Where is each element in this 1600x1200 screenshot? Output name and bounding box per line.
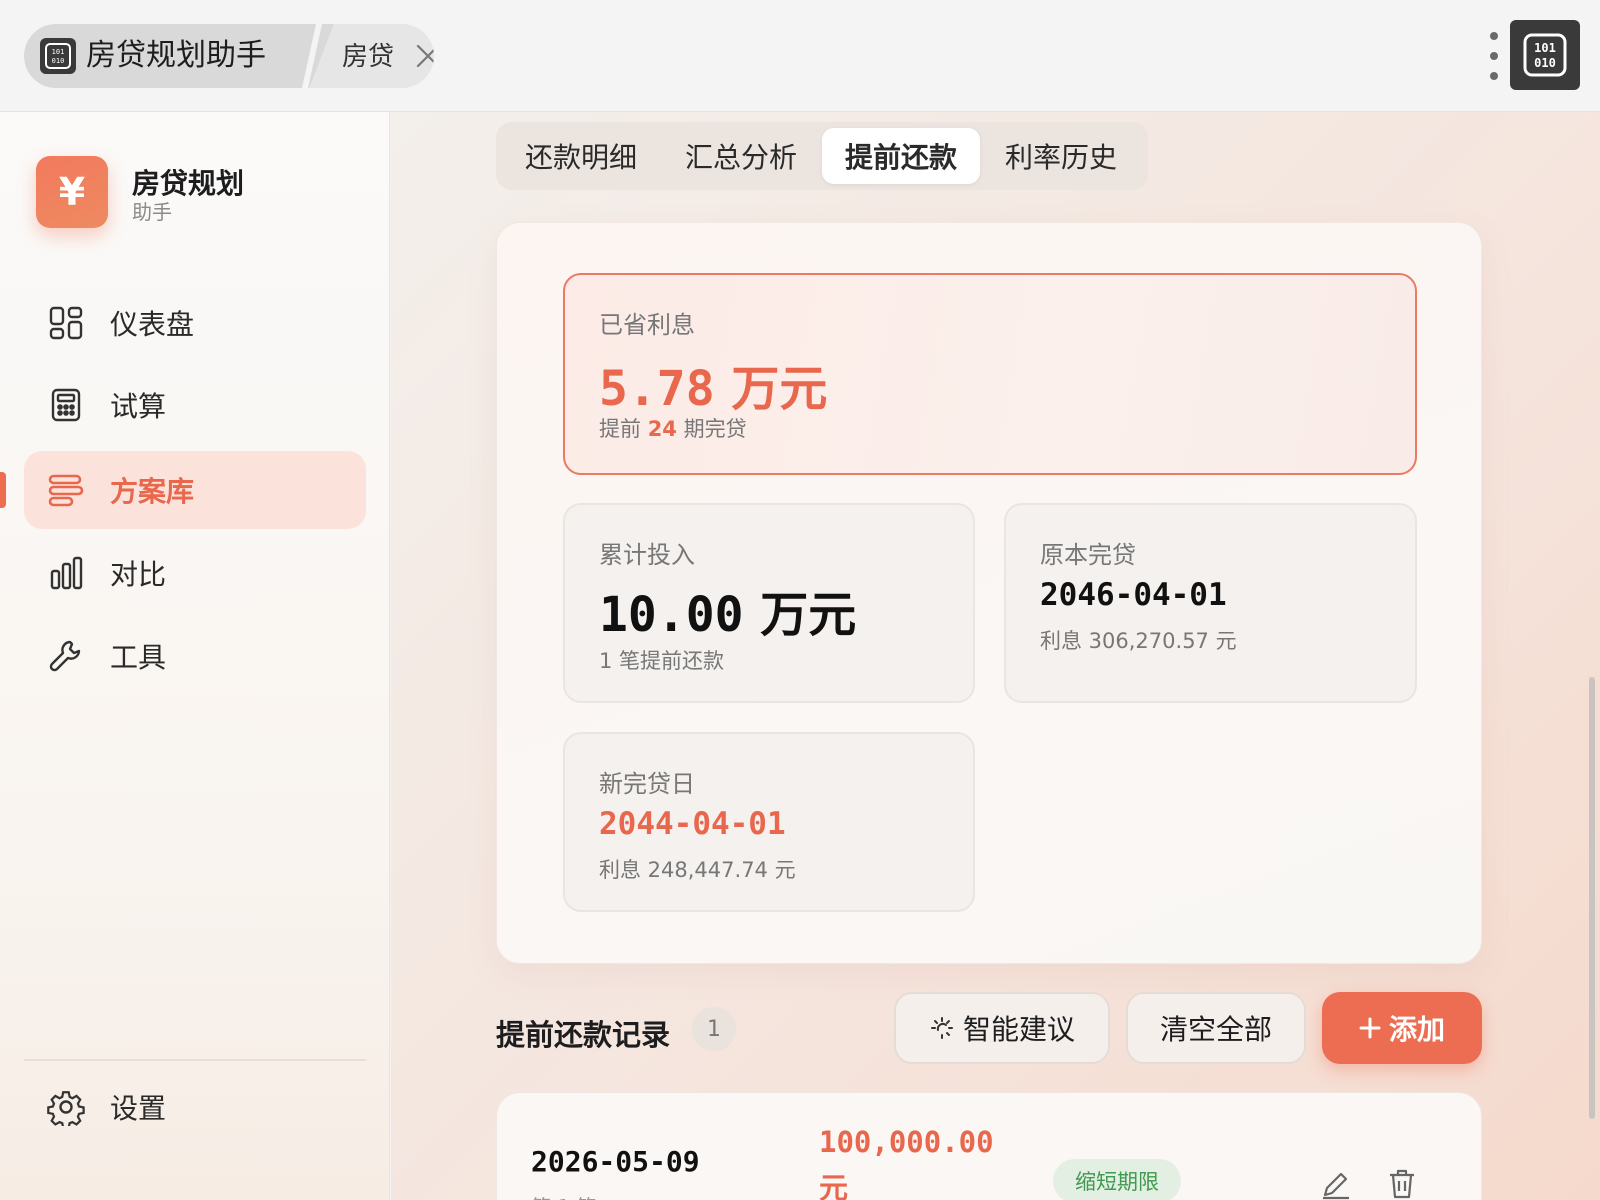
new-interest-note: 利息 248,447.74 元: [599, 858, 796, 882]
plus-icon: [1359, 1017, 1381, 1039]
view-tabs: 还款明细 汇总分析 提前还款 利率历史: [496, 122, 1148, 190]
binary-app-icon[interactable]: 101 010: [1510, 20, 1580, 90]
new-end-date: 2044-04-01: [599, 806, 786, 842]
main-content: 还款明细 汇总分析 提前还款 利率历史 已省利息 5.78 万元 提前 24 期…: [391, 112, 1600, 1200]
plans-icon: [44, 468, 88, 512]
records-count-badge: 1: [692, 1007, 736, 1051]
yen-logo-icon: ¥: [36, 156, 108, 228]
original-end-card: 原本完贷 2046-04-01 利息 306,270.57 元: [1004, 503, 1417, 703]
shorten-term-badge: 缩短期限: [1053, 1159, 1181, 1200]
sidebar-divider: [24, 1059, 366, 1061]
records-title: 提前还款记录: [496, 1018, 671, 1052]
close-icon[interactable]: [414, 42, 434, 70]
new-end-label: 新完贷日: [599, 770, 695, 798]
sidebar-item-label: 对比: [110, 558, 167, 591]
total-invested-value: 10.00 万元: [599, 587, 857, 643]
binary-app-icon: 101 010: [40, 38, 76, 74]
total-invested-label: 累计投入: [599, 541, 695, 569]
settings-label: 设置: [110, 1092, 167, 1125]
smart-suggest-button[interactable]: 智能建议: [894, 992, 1110, 1064]
svg-text:010: 010: [1534, 56, 1556, 70]
tab-summary-analysis[interactable]: 汇总分析: [662, 128, 820, 184]
svg-text:101: 101: [1534, 41, 1556, 55]
total-invested-card: 累计投入 10.00 万元 1 笔提前还款: [563, 503, 975, 703]
sidebar-item-label: 试算: [110, 390, 167, 423]
tab-rate-history[interactable]: 利率历史: [982, 128, 1140, 184]
svg-text:101: 101: [52, 48, 65, 56]
tab-mortgage-label[interactable]: 房贷: [342, 40, 394, 74]
tab-strip: 101 010 房贷规划助手 房贷: [24, 24, 434, 88]
original-interest-note: 利息 306,270.57 元: [1040, 629, 1237, 653]
clear-all-button[interactable]: 清空全部: [1126, 992, 1306, 1064]
trash-icon[interactable]: [1385, 1167, 1419, 1200]
interest-saved-card: 已省利息 5.78 万元 提前 24 期完贷: [563, 273, 1417, 475]
original-end-label: 原本完贷: [1040, 541, 1136, 569]
tab-prepayment[interactable]: 提前还款: [822, 128, 980, 184]
periods-early-note: 提前 24 期完贷: [599, 417, 747, 441]
edit-icon[interactable]: [1319, 1167, 1353, 1200]
sidebar-item-label: 工具: [110, 641, 167, 674]
sidebar: ¥ 房贷规划 助手 仪表盘 试算 方案库 对比 工具 设置: [0, 112, 390, 1200]
brand-subtitle: 助手: [132, 200, 172, 224]
record-date: 2026-05-09: [531, 1145, 700, 1178]
wrench-icon: [44, 634, 88, 678]
sidebar-item-settings[interactable]: 设置: [24, 1068, 366, 1146]
sidebar-item-dashboard[interactable]: 仪表盘: [24, 284, 366, 362]
total-invested-note: 1 笔提前还款: [599, 649, 725, 673]
calculator-icon: [44, 383, 88, 427]
sidebar-item-label: 方案库: [110, 475, 195, 508]
svg-text:010: 010: [52, 57, 65, 65]
sparkle-icon: [929, 1015, 955, 1041]
interest-saved-label: 已省利息: [599, 311, 695, 339]
record-amount: 100,000.00 元: [819, 1125, 994, 1200]
table-row[interactable]: 2026-05-09 第 1 笔 100,000.00 元 缩短期限: [496, 1092, 1482, 1200]
sidebar-item-tools[interactable]: 工具: [24, 617, 366, 695]
more-options-icon[interactable]: [1484, 32, 1504, 80]
original-end-date: 2046-04-01: [1040, 577, 1227, 613]
sidebar-item-calculator[interactable]: 试算: [24, 366, 366, 444]
add-button[interactable]: 添加: [1322, 992, 1482, 1064]
prepayment-summary-card: 已省利息 5.78 万元 提前 24 期完贷 累计投入 10.00 万元 1 笔…: [496, 222, 1482, 964]
record-index: 第 1 笔: [531, 1191, 596, 1200]
sidebar-item-label: 仪表盘: [110, 308, 195, 341]
sidebar-item-compare[interactable]: 对比: [24, 534, 366, 612]
tab-title[interactable]: 房贷规划助手: [86, 36, 266, 76]
vertical-scrollbar[interactable]: [1589, 677, 1595, 1119]
bar-chart-icon: [44, 551, 88, 595]
gear-icon: [44, 1085, 88, 1129]
sidebar-item-plans[interactable]: 方案库: [24, 451, 366, 529]
active-nav-indicator: [0, 472, 6, 508]
new-end-card: 新完贷日 2044-04-01 利息 248,447.74 元: [563, 732, 975, 912]
tab-repayment-detail[interactable]: 还款明细: [502, 128, 660, 184]
dashboard-icon: [44, 301, 88, 345]
interest-saved-value: 5.78 万元: [599, 361, 828, 417]
title-bar: 101 010 房贷规划助手 房贷 101 010: [0, 0, 1600, 112]
